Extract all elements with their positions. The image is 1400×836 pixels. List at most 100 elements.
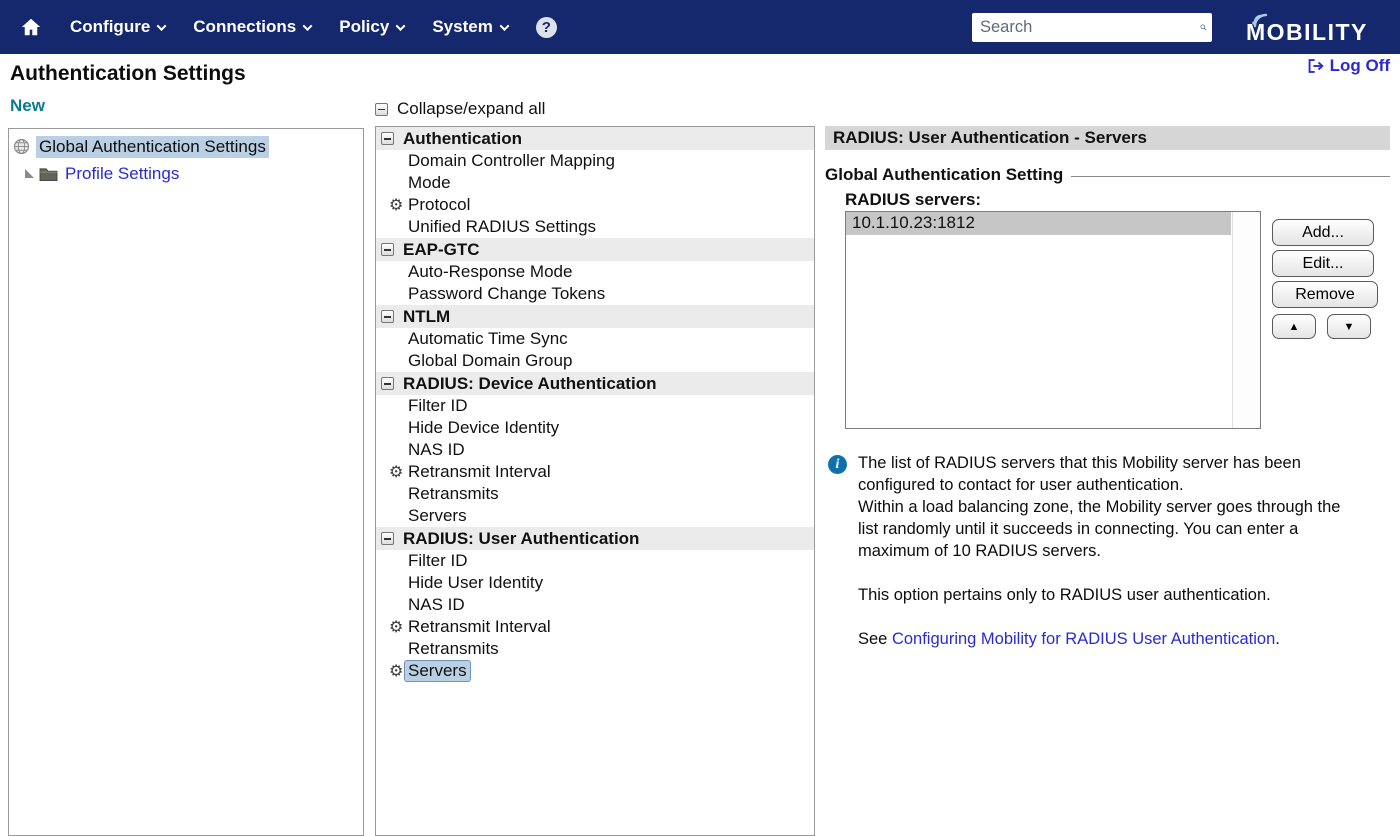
listbox-scrollbar[interactable] (1232, 212, 1260, 428)
collapse-all-icon[interactable] (375, 103, 388, 116)
tree-section-eap-gtc[interactable]: EAP-GTC (376, 238, 814, 261)
new-link[interactable]: New (10, 96, 45, 116)
tree-section-ntlm[interactable]: NTLM (376, 305, 814, 328)
tree-item-label: Hide User Identity (408, 573, 543, 593)
tree-item-label: Global Domain Group (408, 351, 572, 371)
tree-expander-icon[interactable] (25, 169, 34, 178)
tree-item-label: Retransmits (408, 484, 499, 504)
top-navbar: Configure Connections Policy System ? MO… (0, 0, 1400, 54)
gear-icon: ⚙ (389, 197, 403, 213)
logoff-link[interactable]: Log Off (1307, 56, 1390, 76)
tree-section-radius-device[interactable]: RADIUS: Device Authentication (376, 372, 814, 395)
tree-item[interactable]: Domain Controller Mapping (376, 150, 814, 172)
tree-item-label: Protocol (408, 195, 470, 215)
settings-tree-panel: Authentication Domain Controller Mapping… (375, 126, 815, 836)
tree-item[interactable]: Global Domain Group (376, 350, 814, 372)
help-icon[interactable]: ? (536, 17, 557, 38)
menu-system[interactable]: System (432, 17, 507, 37)
tree-item[interactable]: Filter ID (376, 550, 814, 572)
tree-item[interactable]: NAS ID (376, 439, 814, 461)
info-paragraph-2: This option pertains only to RADIUS user… (858, 584, 1363, 606)
collapse-section-icon[interactable] (381, 532, 394, 545)
gear-icon: ⚙ (389, 619, 403, 635)
radius-servers-listbox[interactable]: 10.1.10.23:1812 (845, 211, 1261, 429)
server-buttons: Add... Edit... Remove ▲ ▼ (1272, 219, 1378, 339)
tree-item[interactable]: Automatic Time Sync (376, 328, 814, 350)
menu-connections-label: Connections (193, 17, 296, 37)
tree-section-title: EAP-GTC (403, 240, 480, 260)
profile-settings-item[interactable]: Profile Settings (9, 160, 363, 187)
add-button[interactable]: Add... (1272, 219, 1374, 246)
group-title: Global Authentication Setting (825, 165, 1063, 185)
tree-item-label: NAS ID (408, 440, 465, 460)
tree-item[interactable]: Password Change Tokens (376, 283, 814, 305)
tree-item[interactable]: ⚙ Retransmit Interval (376, 616, 814, 638)
tree-item[interactable]: ⚙ Protocol (376, 194, 814, 216)
tree-item[interactable]: Hide User Identity (376, 572, 814, 594)
tree-item[interactable]: NAS ID (376, 594, 814, 616)
info-paragraph-1: The list of RADIUS servers that this Mob… (858, 452, 1363, 562)
gear-icon: ⚙ (389, 663, 403, 679)
home-icon[interactable] (20, 16, 42, 38)
collapse-expand-all[interactable]: Collapse/expand all (375, 99, 545, 119)
tree-item[interactable]: Auto-Response Mode (376, 261, 814, 283)
chevron-down-icon (157, 21, 167, 31)
profile-settings-label: Profile Settings (65, 164, 179, 184)
global-auth-settings-label: Global Authentication Settings (36, 136, 269, 158)
tree-item-label: Mode (408, 173, 451, 193)
logoff-icon (1307, 58, 1324, 74)
tree-item[interactable]: Hide Device Identity (376, 417, 814, 439)
info-paragraph-3: See Configuring Mobility for RADIUS User… (858, 628, 1363, 650)
settings-scope-panel: Global Authentication Settings Profile S… (8, 128, 364, 836)
globe-icon (13, 138, 30, 155)
page-title: Authentication Settings (10, 62, 246, 86)
tree-item-label: Domain Controller Mapping (408, 151, 615, 171)
info-block: i The list of RADIUS servers that this M… (828, 452, 1390, 650)
tree-item-label: Retransmit Interval (408, 617, 551, 637)
chevron-down-icon (499, 21, 509, 31)
reorder-buttons: ▲ ▼ (1272, 314, 1378, 339)
tree-item[interactable]: Retransmits (376, 483, 814, 505)
search-input[interactable] (980, 18, 1200, 37)
tree-section-title: Authentication (403, 129, 522, 149)
tree-item-label: Automatic Time Sync (408, 329, 568, 349)
info-text: The list of RADIUS servers that this Mob… (858, 452, 1363, 650)
search-icon[interactable] (1200, 18, 1207, 37)
menu-policy[interactable]: Policy (339, 17, 404, 37)
tree-item-label: Hide Device Identity (408, 418, 559, 438)
collapse-section-icon[interactable] (381, 243, 394, 256)
collapse-section-icon[interactable] (381, 132, 394, 145)
group-divider (1071, 176, 1390, 177)
detail-header: RADIUS: User Authentication - Servers (825, 126, 1390, 150)
tree-section-authentication[interactable]: Authentication (376, 127, 814, 150)
tree-section-title: RADIUS: Device Authentication (403, 374, 656, 394)
collapse-section-icon[interactable] (381, 377, 394, 390)
remove-button[interactable]: Remove (1272, 281, 1378, 308)
tree-item-label: Retransmit Interval (408, 462, 551, 482)
tree-section-radius-user[interactable]: RADIUS: User Authentication (376, 527, 814, 550)
tree-item[interactable]: Servers (376, 505, 814, 527)
tree-item-label: Servers (408, 506, 467, 526)
tree-item-label: Filter ID (408, 551, 468, 571)
menu-connections[interactable]: Connections (193, 17, 311, 37)
tree-item-servers-selected[interactable]: ⚙Servers (376, 660, 814, 682)
move-down-button[interactable]: ▼ (1327, 314, 1371, 339)
tree-item-label: Auto-Response Mode (408, 262, 572, 282)
edit-button[interactable]: Edit... (1272, 250, 1374, 277)
tree-item[interactable]: Mode (376, 172, 814, 194)
tree-item-label: Filter ID (408, 396, 468, 416)
tree-item[interactable]: Unified RADIUS Settings (376, 216, 814, 238)
global-auth-settings-item[interactable]: Global Authentication Settings (9, 133, 363, 160)
tree-item-label: Unified RADIUS Settings (408, 217, 596, 237)
tree-item[interactable]: Filter ID (376, 395, 814, 417)
server-list-item[interactable]: 10.1.10.23:1812 (846, 212, 1231, 235)
menu-configure[interactable]: Configure (70, 17, 165, 37)
tree-item[interactable]: ⚙ Retransmit Interval (376, 461, 814, 483)
tree-item[interactable]: Retransmits (376, 638, 814, 660)
collapse-section-icon[interactable] (381, 310, 394, 323)
radius-docs-link[interactable]: Configuring Mobility for RADIUS User Aut… (892, 630, 1275, 648)
move-up-button[interactable]: ▲ (1272, 314, 1316, 339)
chevron-down-icon (396, 21, 406, 31)
gear-icon: ⚙ (389, 464, 403, 480)
logoff-label: Log Off (1330, 56, 1390, 76)
